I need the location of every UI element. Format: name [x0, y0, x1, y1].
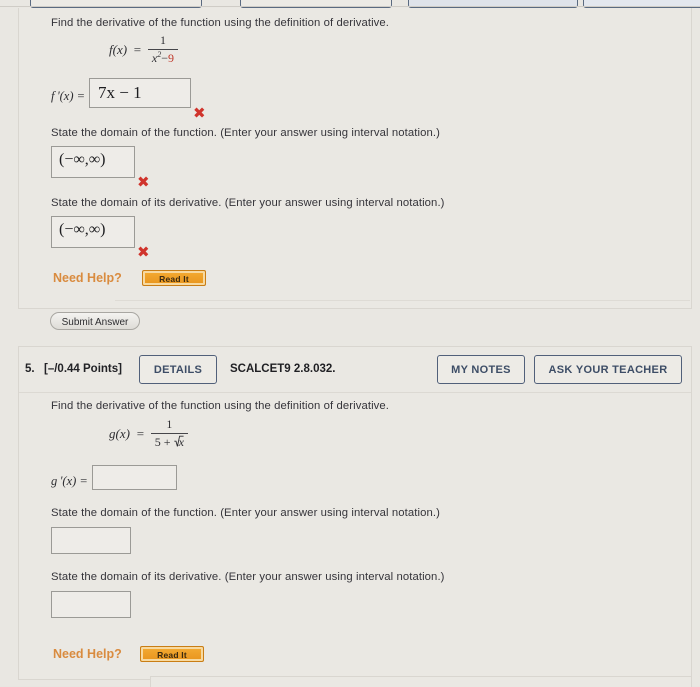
read-it-label-q4: Read It	[159, 274, 189, 284]
read-it-button-q5[interactable]: Read It	[140, 646, 204, 662]
my-notes-label-q5: MY NOTES	[451, 364, 511, 376]
domain-derivative-input-q4[interactable]: (−∞,∞)	[51, 216, 135, 248]
denominator-constant: 9	[168, 51, 174, 65]
domain-derivative-incorrect-icon-q4: ✖	[137, 243, 150, 261]
ask-your-teacher-label-q5: ASK YOUR TEACHER	[548, 364, 668, 376]
derivative-answer-input-q5[interactable]	[92, 465, 177, 490]
submit-zone-q4	[115, 300, 690, 341]
domain-function-input-q5[interactable]	[51, 527, 131, 554]
domain-function-incorrect-icon-q4: ✖	[137, 173, 150, 191]
domain-function-prompt-q4: State the domain of the function. (Enter…	[51, 127, 440, 139]
question-4-function: f(x) = 1 x2−9	[109, 35, 178, 67]
sqrt-icon: x	[173, 435, 184, 450]
domain-function-value-q4: (−∞,∞)	[59, 151, 106, 168]
question-5-source-code: SCALCET9 2.8.032.	[230, 363, 336, 375]
domain-derivative-prompt-q5: State the domain of its derivative. (Ent…	[51, 571, 445, 583]
strip-divider	[0, 6, 700, 7]
equals-sign-gx: =	[136, 426, 145, 442]
ask-your-teacher-button-q5[interactable]: ASK YOUR TEACHER	[534, 355, 682, 384]
previous-question-button-strip	[0, 0, 700, 8]
derivative-incorrect-icon-q4: ✖	[193, 104, 206, 122]
question-4-panel: Find the derivative of the function usin…	[18, 8, 692, 309]
my-notes-button-q5[interactable]: MY NOTES	[437, 355, 525, 384]
question-5-points: [–/0.44 Points]	[44, 363, 122, 375]
details-label-q5: DETAILS	[153, 364, 203, 376]
question-5-prompt: Find the derivative of the function usin…	[51, 400, 390, 412]
domain-derivative-input-q5[interactable]	[51, 591, 131, 618]
derivative-label-gprime: g '(x) =	[51, 474, 88, 488]
fraction-gx: 1 5 + x	[150, 419, 188, 450]
fraction-denominator-gx: 5 + x	[151, 435, 188, 450]
fraction-numerator-gx: 1	[166, 419, 173, 431]
derivative-answer-value-q4: 7x − 1	[98, 83, 142, 102]
details-button-q5[interactable]: DETAILS	[139, 355, 217, 384]
question-5-function: g(x) = 1 5 + x	[109, 419, 188, 451]
submit-zone-q5	[150, 676, 692, 687]
domain-derivative-prompt-q4: State the domain of its derivative. (Ent…	[51, 197, 445, 209]
denominator-constant-gx: 5	[154, 435, 161, 449]
fraction-bar-gx	[150, 433, 188, 434]
function-name-fx: f(x)	[109, 42, 128, 58]
derivative-label-fprime: f '(x) =	[51, 89, 86, 103]
fraction-numerator: 1	[160, 35, 166, 47]
read-it-button-q4[interactable]: Read It	[142, 270, 206, 286]
equals-sign: =	[133, 42, 142, 58]
question-5-panel: 5. [–/0.44 Points] DETAILS SCALCET9 2.8.…	[18, 346, 692, 680]
question-5-header-divider	[19, 392, 691, 393]
denominator-operator: −	[161, 51, 168, 65]
question-4-prompt: Find the derivative of the function usin…	[51, 17, 390, 29]
derivative-answer-input-q4[interactable]: 7x − 1	[89, 78, 191, 108]
submit-answer-label-q4: Submit Answer	[61, 317, 129, 328]
submit-answer-button-q4[interactable]: Submit Answer	[50, 312, 140, 330]
need-help-label-q4: Need Help?	[53, 271, 122, 285]
function-name-gx: g(x)	[109, 426, 130, 442]
exercise-page: Find the derivative of the function usin…	[0, 0, 700, 687]
need-help-label-q5: Need Help?	[53, 647, 122, 661]
denominator-operator-gx: +	[163, 435, 171, 449]
read-it-label-q5: Read It	[157, 650, 187, 660]
domain-function-prompt-q5: State the domain of the function. (Enter…	[51, 507, 440, 519]
fraction-denominator: x2−9	[148, 51, 178, 66]
question-5-number: 5.	[25, 363, 35, 375]
domain-derivative-value-q4: (−∞,∞)	[59, 221, 106, 238]
fraction-fx: 1 x2−9	[147, 35, 178, 66]
domain-function-input-q4[interactable]: (−∞,∞)	[51, 146, 135, 178]
fraction-bar	[147, 49, 178, 50]
